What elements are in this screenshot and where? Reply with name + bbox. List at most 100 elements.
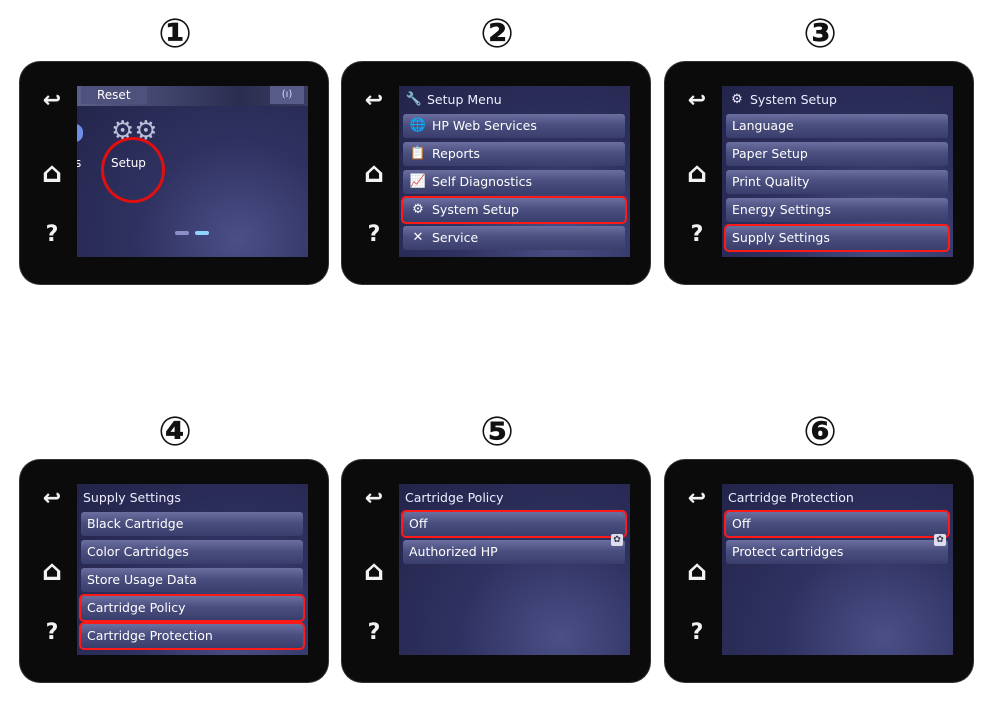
menu-item-label: Print Quality — [732, 174, 810, 189]
printer-panel-5: ↩ ⌂? Cartridge Policy Off Authorized HP ✿ — [342, 460, 650, 682]
help-icon[interactable]: ? — [32, 620, 72, 645]
back-icon[interactable]: ↩ — [32, 486, 72, 511]
printer-panel-1: ↩ ⌂? Reset (ı) s ⚙⚙ Setup — [20, 62, 328, 284]
gear-icon: ⚙ — [731, 92, 743, 107]
menu-item-color-cartridges[interactable]: Color Cartridges — [81, 540, 303, 564]
menu-title: 🔧 Setup Menu — [405, 92, 502, 107]
menu-item-label: HP Web Services — [432, 118, 537, 133]
menu-item-label: Service — [432, 230, 479, 245]
menu-item-label: System Setup — [432, 202, 519, 217]
menu-item-label: Energy Settings — [732, 202, 832, 217]
menu-item-label: Self Diagnostics — [432, 174, 533, 189]
menu-item-supply-settings[interactable]: Supply Settings — [724, 224, 950, 252]
printer-panel-2: ↩ ⌂? 🔧 Setup Menu 🌐 HP Web Services 📋 Reports 📈 S… — [342, 62, 650, 284]
menu-title: Supply Settings — [83, 490, 181, 505]
menu-item-protect-cartridges[interactable]: Protect cartridges ✿ — [726, 534, 948, 564]
page-dot[interactable] — [175, 231, 189, 235]
step-number: ② — [480, 11, 514, 57]
touch-screen: 🔧 Setup Menu 🌐 HP Web Services 📋 Reports 📈 Self… — [399, 86, 630, 257]
touch-screen: Reset (ı) s ⚙⚙ Setup — [77, 86, 308, 257]
menu-item-language[interactable]: Language — [726, 114, 948, 138]
menu-item-paper-setup[interactable]: Paper Setup — [726, 142, 948, 166]
menu-item-cartridge-policy[interactable]: Cartridge Policy — [79, 594, 305, 622]
help-icon[interactable]: ? — [354, 222, 394, 247]
touch-screen: Cartridge Policy Off Authorized HP ✿ — [399, 484, 630, 655]
reset-button[interactable]: Reset — [81, 86, 147, 104]
menu-item-label: Cartridge Policy — [87, 600, 186, 615]
selected-star-icon: ✿ — [934, 534, 946, 546]
help-icon[interactable]: ? — [677, 620, 717, 645]
globe-icon: 🌐 — [409, 118, 427, 133]
menu-item-black-cartridge[interactable]: Black Cartridge — [81, 512, 303, 536]
menu-item-label: Black Cartridge — [87, 516, 184, 531]
step-number: ③ — [803, 11, 837, 57]
back-icon[interactable]: ↩ — [32, 88, 72, 113]
menu-item-store-usage-data[interactable]: Store Usage Data — [81, 568, 303, 592]
menu-title-text: Supply Settings — [83, 490, 181, 505]
gear-icon: ⚙ — [412, 202, 424, 217]
help-icon[interactable]: ? — [354, 620, 394, 645]
menu-title: ⚙ System Setup — [728, 92, 837, 107]
report-icon: 📋 — [409, 146, 427, 161]
help-icon[interactable]: ? — [677, 222, 717, 247]
printer-panel-4: ↩ ⌂? Supply Settings Black Cartridge Color C… — [20, 460, 328, 682]
menu-title: Cartridge Protection — [728, 490, 854, 505]
tools-icon: ✕ — [412, 230, 424, 245]
partial-app-icon — [77, 124, 83, 142]
back-icon[interactable]: ↩ — [677, 486, 717, 511]
menu-title: Cartridge Policy — [405, 490, 504, 505]
touch-screen: Cartridge Protection Off Protect cartridge… — [722, 484, 953, 655]
menu-item-off[interactable]: Off — [401, 510, 627, 538]
printer-panel-6: ↩ ⌂? Cartridge Protection Off Protect cartri… — [665, 460, 973, 682]
touch-screen: Supply Settings Black Cartridge Color Cart… — [77, 484, 308, 655]
menu-title-text: Cartridge Policy — [405, 490, 504, 505]
menu-item-label: Supply Settings — [732, 230, 830, 245]
menu-item-print-quality[interactable]: Print Quality — [726, 170, 948, 194]
page-dot-active[interactable] — [195, 231, 209, 235]
step-number: ④ — [158, 409, 192, 455]
menu-item-label: Authorized HP — [409, 544, 498, 559]
menu-item-label: Paper Setup — [732, 146, 808, 161]
touch-screen: ⚙ System Setup Language Paper Setup Print Qu… — [722, 86, 953, 257]
menu-item-label: Store Usage Data — [87, 572, 197, 587]
step-number: ⑤ — [480, 409, 514, 455]
menu-item-hp-web-services[interactable]: 🌐 HP Web Services — [403, 114, 625, 138]
menu-item-label: Off — [409, 516, 428, 531]
menu-title-text: System Setup — [750, 92, 837, 107]
menu-item-label: Language — [732, 118, 794, 133]
step-number: ① — [158, 11, 192, 57]
menu-item-service[interactable]: ✕ Service — [403, 226, 625, 250]
home-icon[interactable]: ⌂ — [677, 156, 717, 189]
menu-title-text: Setup Menu — [427, 92, 502, 107]
home-icon[interactable]: ⌂ — [354, 554, 394, 587]
menu-item-label: Off — [732, 516, 751, 531]
menu-item-cartridge-protection[interactable]: Cartridge Protection — [79, 622, 305, 650]
help-icon[interactable]: ? — [32, 222, 72, 247]
menu-title-text: Cartridge Protection — [728, 490, 854, 505]
step-number: ⑥ — [803, 409, 837, 455]
printer-panel-3: ↩ ⌂? ⚙ System Setup Language Paper Setup Print… — [665, 62, 973, 284]
menu-item-off[interactable]: Off — [724, 510, 950, 538]
back-icon[interactable]: ↩ — [354, 88, 394, 113]
home-icon[interactable]: ⌂ — [32, 156, 72, 189]
menu-item-energy-settings[interactable]: Energy Settings — [726, 198, 948, 222]
highlight-circle — [101, 137, 165, 203]
partial-app-label: s — [77, 156, 82, 170]
wireless-icon[interactable]: (ı) — [270, 86, 304, 104]
menu-item-label: Reports — [432, 146, 480, 161]
home-icon[interactable]: ⌂ — [677, 554, 717, 587]
back-icon[interactable]: ↩ — [354, 486, 394, 511]
menu-item-reports[interactable]: 📋 Reports — [403, 142, 625, 166]
home-icon[interactable]: ⌂ — [354, 156, 394, 189]
menu-item-label: Color Cartridges — [87, 544, 189, 559]
menu-item-authorized-hp[interactable]: Authorized HP ✿ — [403, 534, 625, 564]
selected-star-icon: ✿ — [611, 534, 623, 546]
chart-icon: 📈 — [409, 174, 427, 189]
menu-item-system-setup[interactable]: ⚙ System Setup — [401, 196, 627, 224]
back-icon[interactable]: ↩ — [677, 88, 717, 113]
menu-item-self-diagnostics[interactable]: 📈 Self Diagnostics — [403, 170, 625, 194]
home-icon[interactable]: ⌂ — [32, 554, 72, 587]
wrench-icon: 🔧 — [405, 92, 423, 107]
menu-item-label: Cartridge Protection — [87, 628, 213, 643]
menu-item-label: Protect cartridges — [732, 544, 844, 559]
